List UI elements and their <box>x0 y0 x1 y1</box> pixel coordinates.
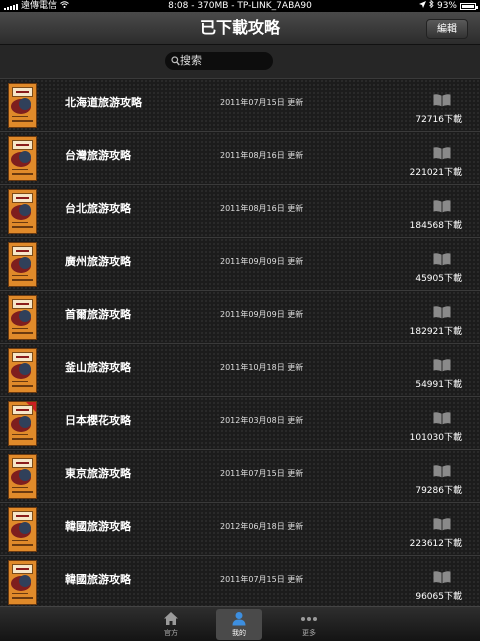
guide-cover <box>8 136 37 181</box>
guide-title: 日本櫻花攻略 <box>65 414 131 427</box>
guide-title: 廣州旅游攻略 <box>65 255 131 268</box>
list-item[interactable]: 東京旅游攻略 2011年07月15日 更新 79286下載 <box>0 449 480 502</box>
book-icon[interactable] <box>433 251 451 270</box>
list-item[interactable]: 台北旅游攻略 2011年08月16日 更新 184568下載 <box>0 184 480 237</box>
tab-label: 我的 <box>232 629 246 637</box>
guide-updated-date: 2011年10月18日 更新 <box>220 363 304 372</box>
guide-updated-date: 2012年03月08日 更新 <box>220 416 304 425</box>
list-item[interactable]: 韓國旅游攻略 2012年06月18日 更新 223612下載 <box>0 502 480 555</box>
book-icon[interactable] <box>433 92 451 111</box>
tab-more[interactable]: 更多 <box>286 609 332 640</box>
more-icon <box>301 617 317 621</box>
tab-label: 官方 <box>164 629 178 637</box>
book-icon[interactable] <box>433 357 451 376</box>
download-count: 72716下載 <box>415 115 462 125</box>
list-item[interactable]: 北海道旅游攻略 2011年07月15日 更新 72716下載 <box>0 78 480 131</box>
guide-cover <box>8 454 37 499</box>
book-icon[interactable] <box>433 463 451 482</box>
status-right: 93% <box>418 0 478 12</box>
guide-updated-date: 2011年07月15日 更新 <box>220 98 304 107</box>
guide-updated-date: 2011年08月16日 更新 <box>220 204 304 213</box>
search-icon <box>171 56 180 66</box>
download-count: 221021下載 <box>409 168 462 178</box>
book-icon[interactable] <box>433 304 451 323</box>
list-item[interactable]: 廣州旅游攻略 2011年09月09日 更新 45905下載 <box>0 237 480 290</box>
list-item[interactable]: 釜山旅游攻略 2011年10月18日 更新 54991下載 <box>0 343 480 396</box>
guide-cover <box>8 401 37 446</box>
download-count: 184568下載 <box>409 221 462 231</box>
battery-icon <box>460 2 478 10</box>
download-count: 45905下載 <box>415 274 462 284</box>
guide-title: 台灣旅游攻略 <box>65 149 131 162</box>
list-item[interactable]: 日本櫻花攻略 2012年03月08日 更新 101030下載 <box>0 396 480 449</box>
guide-updated-date: 2011年09月09日 更新 <box>220 257 304 266</box>
search-bar: 搜索 <box>0 45 480 78</box>
battery-percent: 93% <box>436 1 457 11</box>
guide-title: 釜山旅游攻略 <box>65 361 131 374</box>
person-icon <box>232 612 246 626</box>
tab-bar: 官方 我的 更多 <box>0 606 480 641</box>
guide-title: 台北旅游攻略 <box>65 202 131 215</box>
nav-bar: 已下載攻略 編輯 <box>0 12 480 45</box>
book-icon[interactable] <box>433 145 451 164</box>
home-icon <box>164 612 178 625</box>
guide-cover <box>8 560 37 605</box>
book-icon[interactable] <box>433 516 451 535</box>
location-icon <box>418 0 426 12</box>
page-title: 已下載攻略 <box>199 18 280 37</box>
search-input[interactable]: 搜索 <box>165 52 273 70</box>
guide-title: 韓國旅游攻略 <box>65 573 131 586</box>
download-count: 101030下載 <box>409 433 462 443</box>
tab-mine[interactable]: 我的 <box>216 609 262 640</box>
download-count: 96065下載 <box>415 592 462 602</box>
status-center: 8:08 - 370MB - TP-LINK_7ABA90 <box>168 1 312 11</box>
guide-list: 北海道旅游攻略 2011年07月15日 更新 72716下載 台灣旅游攻略 20… <box>0 78 480 606</box>
bluetooth-icon <box>429 0 434 12</box>
guide-cover <box>8 242 37 287</box>
guide-updated-date: 2012年06月18日 更新 <box>220 522 304 531</box>
download-count: 182921下載 <box>409 327 462 337</box>
guide-updated-date: 2011年07月15日 更新 <box>220 469 304 478</box>
book-icon[interactable] <box>433 410 451 429</box>
guide-title: 北海道旅游攻略 <box>65 96 142 109</box>
list-item[interactable]: 韓國旅游攻略 2011年07月15日 更新 96065下載 <box>0 555 480 606</box>
tab-label: 更多 <box>302 629 316 637</box>
guide-cover <box>8 348 37 393</box>
guide-updated-date: 2011年09月09日 更新 <box>220 310 304 319</box>
guide-title: 東京旅游攻略 <box>65 467 131 480</box>
guide-cover <box>8 507 37 552</box>
edit-button[interactable]: 編輯 <box>426 19 468 39</box>
search-placeholder: 搜索 <box>180 54 202 67</box>
list-item[interactable]: 首爾旅游攻略 2011年09月09日 更新 182921下載 <box>0 290 480 343</box>
download-count: 54991下載 <box>415 380 462 390</box>
book-icon[interactable] <box>433 198 451 217</box>
tab-official[interactable]: 官方 <box>148 609 194 640</box>
guide-title: 首爾旅游攻略 <box>65 308 131 321</box>
download-count: 223612下載 <box>409 539 462 549</box>
guide-cover <box>8 295 37 340</box>
guide-updated-date: 2011年07月15日 更新 <box>220 575 304 584</box>
guide-cover <box>8 189 37 234</box>
guide-cover <box>8 83 37 128</box>
guide-title: 韓國旅游攻略 <box>65 520 131 533</box>
download-count: 79286下載 <box>415 486 462 496</box>
book-icon[interactable] <box>433 569 451 588</box>
guide-updated-date: 2011年08月16日 更新 <box>220 151 304 160</box>
status-bar: 遠傳電信 8:08 - 370MB - TP-LINK_7ABA90 93% <box>0 0 480 12</box>
list-item[interactable]: 台灣旅游攻略 2011年08月16日 更新 221021下載 <box>0 131 480 184</box>
